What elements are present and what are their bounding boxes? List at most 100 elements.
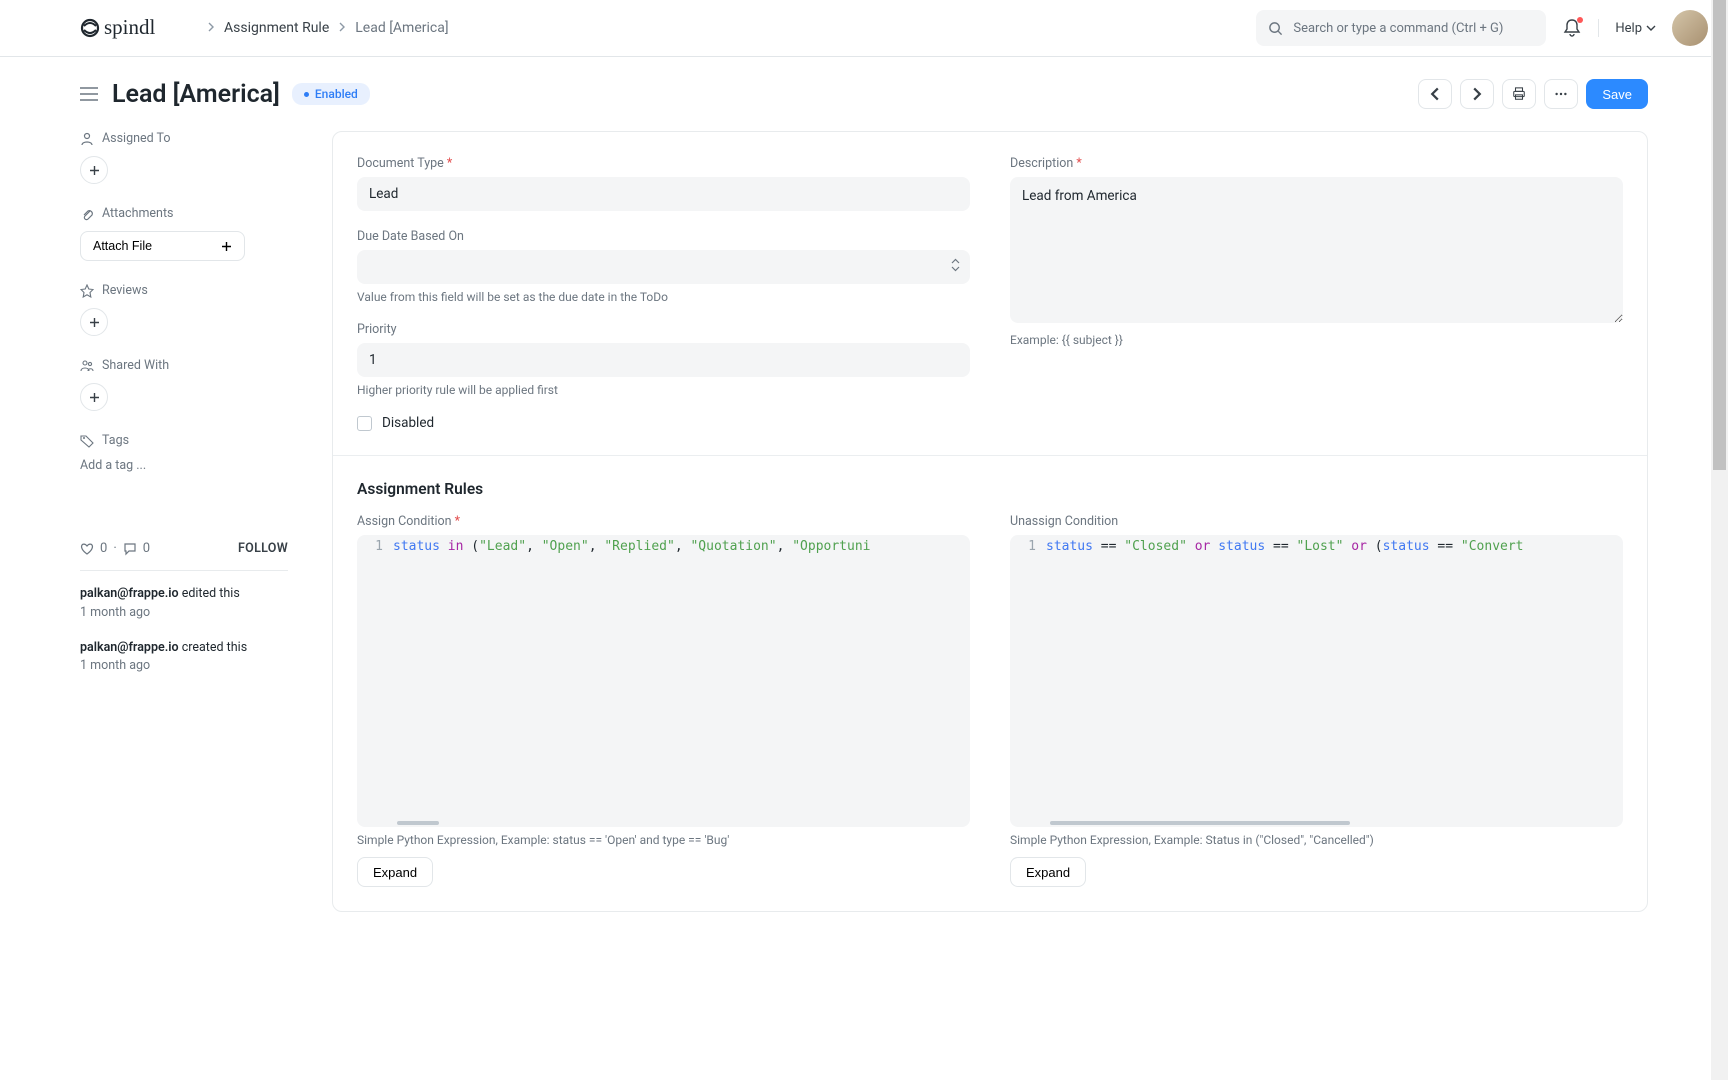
assignment-rules-heading: Assignment Rules: [357, 480, 1623, 498]
activity-when: 1 month ago: [80, 605, 150, 620]
code-text: status in ("Lead", "Open", "Replied", "Q…: [393, 539, 871, 554]
chevron-down-icon: [1646, 23, 1656, 33]
shared-with-label: Shared With: [102, 358, 169, 373]
form-card: Document Type Due Date Based On Value fr…: [332, 131, 1648, 912]
brand-logo[interactable]: spindl: [80, 16, 200, 40]
form-sidebar: Assigned To Attachments Attach File Revi…: [80, 131, 288, 912]
priority-label: Priority: [357, 322, 970, 337]
search-icon: [1268, 21, 1283, 36]
section-divider: [333, 455, 1647, 456]
priority-input[interactable]: [357, 343, 970, 377]
breadcrumb-parent[interactable]: Assignment Rule: [224, 20, 329, 36]
shared-with-header: Shared With: [80, 358, 288, 373]
printer-icon: [1512, 87, 1526, 101]
priority-help: Higher priority rule will be applied fir…: [357, 383, 970, 397]
activity-who: palkan@frappe.io: [80, 586, 179, 601]
users-icon: [80, 359, 94, 373]
description-help: Example: {{ subject }}: [1010, 333, 1623, 347]
chevron-right-icon: [206, 20, 216, 36]
plus-icon: [89, 392, 100, 403]
sidebar-toggle-icon[interactable]: [80, 87, 98, 101]
notification-dot-icon: [1577, 17, 1583, 23]
description-input[interactable]: Lead from America: [1010, 177, 1623, 323]
breadcrumb: Assignment Rule Lead [America]: [206, 20, 449, 36]
unassign-condition-label: Unassign Condition: [1010, 514, 1623, 529]
add-tag-input[interactable]: Add a tag ...: [80, 458, 288, 473]
assigned-to-header: Assigned To: [80, 131, 288, 146]
unassign-condition-editor[interactable]: 1 status == "Closed" or status == "Lost"…: [1010, 535, 1623, 827]
follow-button[interactable]: FOLLOW: [238, 541, 288, 556]
paperclip-icon: [80, 207, 94, 221]
activity-what: edited this: [182, 586, 240, 601]
svg-text:spindl: spindl: [104, 16, 156, 39]
unassign-help: Simple Python Expression, Example: Statu…: [1010, 833, 1623, 847]
heart-icon[interactable]: [80, 542, 94, 556]
status-badge: Enabled: [292, 83, 370, 105]
reviews-label: Reviews: [102, 283, 148, 298]
prev-button[interactable]: [1418, 79, 1452, 109]
next-button[interactable]: [1460, 79, 1494, 109]
tags-label: Tags: [102, 433, 129, 448]
dot-sep: ·: [113, 541, 116, 556]
assign-expand-button[interactable]: Expand: [357, 857, 433, 887]
breadcrumb-current: Lead [America]: [355, 20, 448, 36]
page-scrollbar[interactable]: [1711, 0, 1728, 1080]
disabled-label: Disabled: [382, 415, 434, 431]
comment-icon[interactable]: [123, 542, 137, 556]
add-assignee-button[interactable]: [80, 156, 108, 184]
assign-condition-editor[interactable]: 1 status in ("Lead", "Open", "Replied", …: [357, 535, 970, 827]
search-placeholder: Search or type a command (Ctrl + G): [1293, 21, 1503, 36]
activity-who: palkan@frappe.io: [80, 640, 179, 655]
search-input[interactable]: Search or type a command (Ctrl + G): [1256, 10, 1546, 46]
print-button[interactable]: [1502, 79, 1536, 109]
scroll-thumb[interactable]: [397, 821, 439, 825]
gutter: 1: [1010, 539, 1046, 554]
add-share-button[interactable]: [80, 383, 108, 411]
attach-file-button[interactable]: Attach File: [80, 231, 245, 261]
avatar[interactable]: [1672, 10, 1708, 46]
gutter: 1: [357, 539, 393, 554]
reviews-header: Reviews: [80, 283, 288, 298]
document-type-input[interactable]: [357, 177, 970, 211]
comments-count: 0: [143, 541, 150, 556]
navbar: spindl Assignment Rule Lead [America] Se…: [0, 0, 1728, 57]
activity-item: palkan@frappe.io edited this 1 month ago: [80, 585, 288, 623]
page-title: Lead [America]: [112, 80, 280, 109]
attachments-label: Attachments: [102, 206, 174, 221]
assign-condition-label: Assign Condition: [357, 514, 970, 529]
page-header: Lead [America] Enabled Save: [0, 57, 1728, 123]
unassign-expand-button[interactable]: Expand: [1010, 857, 1086, 887]
description-label: Description: [1010, 156, 1623, 171]
dots-icon: [1554, 87, 1568, 101]
code-text: status == "Closed" or status == "Lost" o…: [1046, 539, 1524, 554]
due-date-select[interactable]: [357, 250, 970, 284]
chevron-right-icon: [337, 20, 347, 36]
notifications-button[interactable]: [1562, 18, 1582, 38]
more-actions-button[interactable]: [1544, 79, 1578, 109]
tags-header: Tags: [80, 433, 288, 448]
document-type-label: Document Type: [357, 156, 970, 171]
add-review-button[interactable]: [80, 308, 108, 336]
chevron-left-icon: [1428, 87, 1442, 101]
disabled-checkbox[interactable]: Disabled: [357, 415, 970, 431]
attachments-header: Attachments: [80, 206, 288, 221]
scrollbar-thumb[interactable]: [1713, 0, 1726, 470]
tag-icon: [80, 434, 94, 448]
star-icon: [80, 284, 94, 298]
due-date-label: Due Date Based On: [357, 229, 970, 244]
save-button[interactable]: Save: [1586, 79, 1648, 109]
plus-icon: [89, 165, 100, 176]
activity-what: created this: [182, 640, 247, 655]
activity-when: 1 month ago: [80, 658, 150, 673]
assign-help: Simple Python Expression, Example: statu…: [357, 833, 970, 847]
user-icon: [80, 132, 94, 146]
plus-icon: [89, 317, 100, 328]
scroll-thumb[interactable]: [1050, 821, 1350, 825]
likes-count: 0: [100, 541, 107, 556]
attach-file-label: Attach File: [93, 239, 152, 253]
help-label: Help: [1615, 21, 1642, 36]
assigned-to-label: Assigned To: [102, 131, 171, 146]
plus-icon: [221, 241, 232, 252]
help-menu[interactable]: Help: [1615, 21, 1656, 36]
due-date-help: Value from this field will be set as the…: [357, 290, 970, 304]
